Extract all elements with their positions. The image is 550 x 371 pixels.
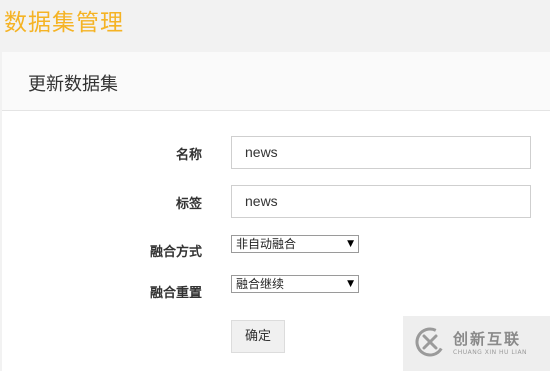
page-title: 数据集管理	[4, 10, 124, 36]
dropdown-arrow-icon: ▼	[347, 279, 354, 289]
fusion-method-selected: 非自动融合	[236, 237, 297, 251]
watermark-text: 创新互联	[453, 330, 522, 348]
panel-header: 更新数据集	[2, 52, 550, 111]
brand-logo-icon	[415, 327, 445, 357]
panel-title: 更新数据集	[28, 74, 118, 95]
name-label: 名称	[175, 148, 202, 163]
tag-label: 标签	[175, 197, 202, 212]
fusion-method-label: 融合方式	[149, 245, 202, 260]
dropdown-arrow-icon: ▼	[347, 239, 354, 249]
confirm-button[interactable]: 确定	[231, 320, 285, 353]
name-input[interactable]: news	[231, 136, 531, 169]
fusion-reset-label: 融合重置	[149, 286, 202, 301]
watermark: 创新互联 CHUANG XIN HU LIAN	[403, 316, 550, 371]
fusion-method-select[interactable]: 非自动融合 ▼	[231, 235, 359, 253]
tag-input[interactable]: news	[231, 185, 531, 218]
fusion-reset-selected: 融合继续	[236, 277, 285, 291]
watermark-subtext: CHUANG XIN HU LIAN	[453, 349, 528, 356]
fusion-reset-select[interactable]: 融合继续 ▼	[231, 275, 359, 293]
